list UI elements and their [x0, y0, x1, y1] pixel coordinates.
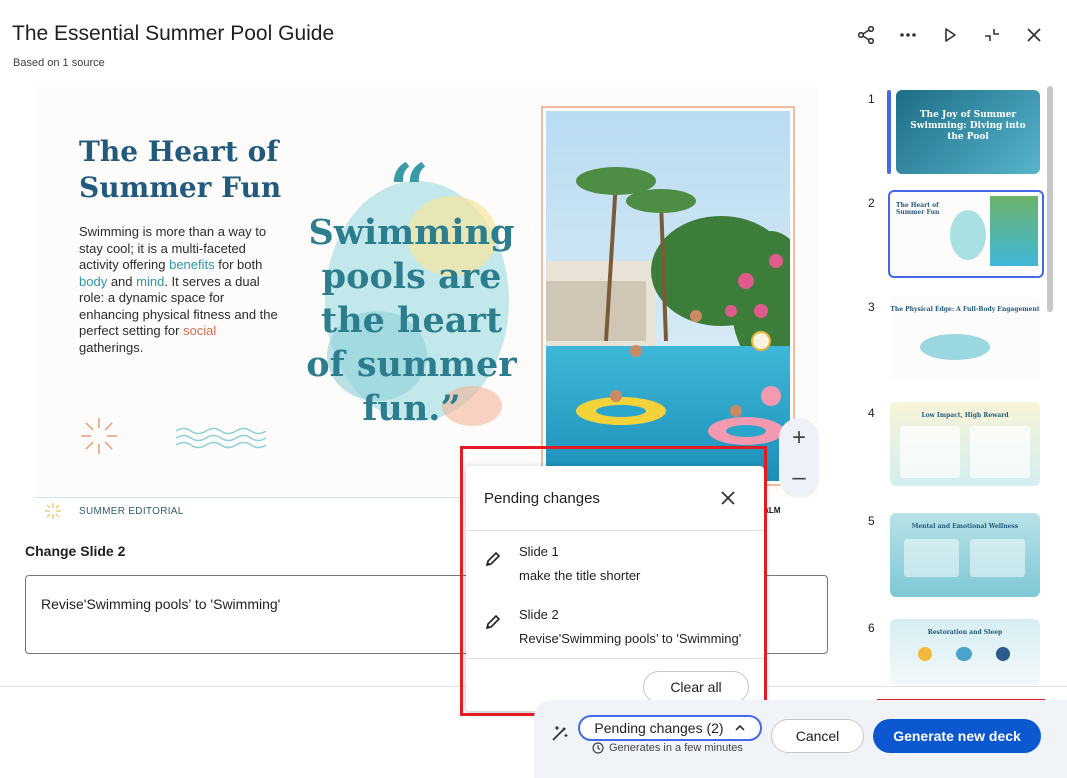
thumb-card: [900, 426, 960, 478]
generation-note: Generates in a few minutes: [592, 742, 743, 754]
body-text: for both: [214, 257, 263, 272]
thumb-swimmer: [920, 334, 990, 360]
slide-quote: Swimming pools are the heart of summer f…: [306, 212, 517, 429]
change-slide-label: Change Slide 2: [25, 543, 126, 559]
thumb-moon: [996, 647, 1010, 661]
thumb-title: Restoration and Sleep: [927, 629, 1003, 636]
zoom-out-button[interactable]: –: [779, 458, 819, 498]
thumb-title: Mental and Emotional Wellness: [911, 523, 1019, 530]
thumb-card: [904, 539, 959, 577]
thumb-water: [956, 647, 972, 661]
thumb-number: 4: [868, 406, 875, 420]
thumb-splash: [950, 210, 986, 260]
generate-new-deck-button[interactable]: Generate new deck: [873, 719, 1041, 753]
share-icon[interactable]: [855, 24, 877, 46]
sun-icon: [45, 503, 61, 519]
source-count: Based on 1 source: [13, 57, 105, 69]
slide-footer: SUMMER EDITORIAL: [45, 503, 184, 519]
slide-preview: The Heart of Summer Fun Swimming is more…: [34, 86, 818, 498]
cancel-button[interactable]: Cancel: [771, 719, 864, 753]
play-icon[interactable]: [939, 24, 961, 46]
body-highlight: benefits: [169, 257, 215, 272]
thumb-title: The Joy of Summer Swimming: Diving into …: [910, 110, 1026, 142]
body-highlight: body: [79, 273, 108, 289]
thumb-title: Low Impact, High Reward: [921, 412, 1009, 419]
thumb-title: The Heart of Summer Fun: [896, 202, 940, 216]
magic-pen-icon[interactable]: [549, 722, 571, 744]
close-icon[interactable]: [1023, 24, 1045, 46]
slide-thumbnails: 1 The Joy of Summer Swimming: Diving int…: [862, 86, 1052, 686]
thumb-sun: [918, 647, 932, 661]
header-toolbar: [855, 24, 1045, 46]
app-root: The Essential Summer Pool Guide Based on…: [0, 0, 1067, 778]
thumbnail-slide-2[interactable]: The Heart of Summer Fun: [888, 190, 1044, 278]
thumb-number: 3: [868, 300, 875, 314]
thumbnail-slide-5[interactable]: Mental and Emotional Wellness: [890, 513, 1040, 597]
generation-note-text: Generates in a few minutes: [609, 742, 743, 754]
slide-body: Swimming is more than a way to stay cool…: [79, 224, 279, 356]
thumbnail-slide-6[interactable]: Restoration and Sleep: [890, 619, 1040, 686]
thumb-card: [970, 426, 1030, 478]
thumb-number: 1: [868, 92, 875, 106]
thumbnail-slide-4[interactable]: Low Impact, High Reward: [890, 402, 1040, 486]
body-text: gatherings.: [79, 339, 144, 355]
zoom-in-button[interactable]: +: [779, 418, 819, 458]
thumb-number: 5: [868, 514, 875, 528]
thumb-number: 2: [868, 196, 875, 210]
pending-changes-label: Pending changes (2): [594, 720, 724, 736]
thumb-photo: [990, 196, 1038, 266]
chevron-up-icon: [735, 724, 745, 731]
slide-heading: The Heart of Summer Fun: [79, 135, 282, 204]
thumbnail-slide-1[interactable]: The Joy of Summer Swimming: Diving into …: [896, 90, 1040, 174]
thumbnail-slide-3[interactable]: The Physical Edge: A Full-Body Engagemen…: [890, 296, 1040, 380]
body-highlight: social: [183, 323, 217, 338]
body-text: and: [107, 273, 137, 289]
clock-icon: [592, 742, 604, 754]
slide-footer-line: [34, 497, 459, 498]
waves-icon: [176, 427, 267, 449]
collapse-icon[interactable]: [981, 24, 1003, 46]
thumb-number: 6: [868, 621, 875, 635]
pool-photo: [546, 111, 790, 481]
slide-footer-label: SUMMER EDITORIAL: [79, 505, 184, 517]
more-icon[interactable]: [897, 24, 919, 46]
sun-icon: [81, 418, 117, 454]
thumbnail-scrollbar[interactable]: [1047, 86, 1053, 312]
zoom-controls: + –: [779, 418, 819, 498]
body-highlight: mind: [136, 273, 165, 289]
highlight-box: [460, 446, 767, 716]
page-title: The Essential Summer Pool Guide: [12, 22, 335, 45]
pending-changes-button[interactable]: Pending changes (2): [578, 715, 762, 741]
thumb-title: The Physical Edge: A Full-Body Engagemen…: [890, 306, 1040, 313]
active-indicator: [887, 90, 891, 174]
thumb-card: [970, 539, 1025, 577]
